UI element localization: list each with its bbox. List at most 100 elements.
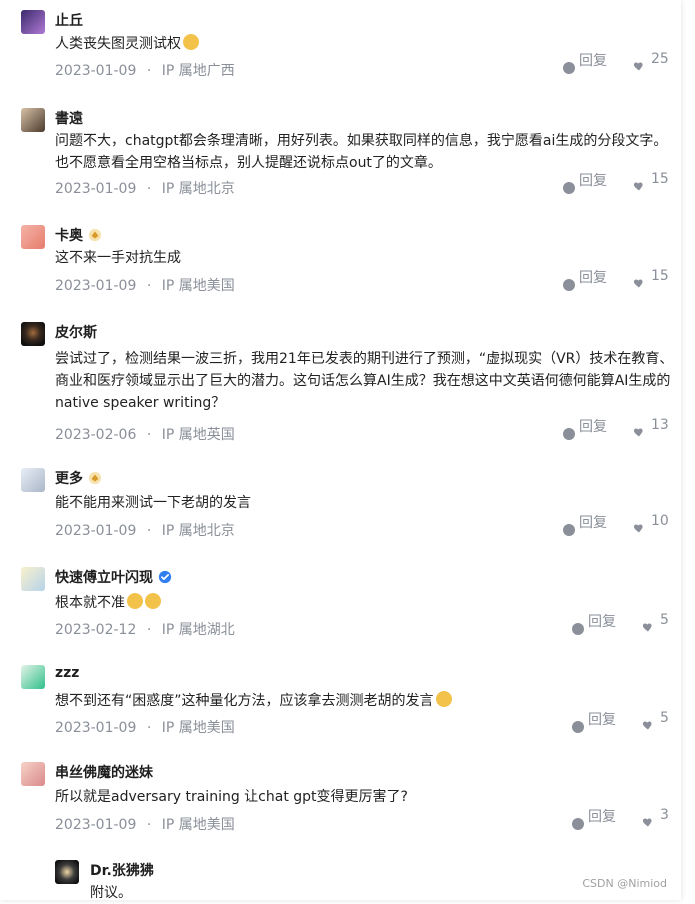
avatar[interactable] <box>21 10 45 34</box>
comments-panel: 止丘 · · · 人类丧失图灵测试权 2023-01-09 · IP 属地广西 回复… <box>0 0 681 901</box>
comment-location: IP 属地美国 <box>161 817 235 833</box>
reply-label: 回复 <box>588 614 616 630</box>
reply-icon <box>572 818 584 830</box>
author-name[interactable]: 更多 <box>55 468 83 488</box>
like-button[interactable]: 10 <box>633 513 669 536</box>
author-name[interactable]: 止丘 <box>55 10 83 30</box>
author-name[interactable]: 卡奥 <box>55 225 83 245</box>
like-button[interactable]: 13 <box>633 417 669 440</box>
meta-separator: · <box>146 63 152 79</box>
comment-author[interactable]: 快速傅立叶闪现 <box>55 567 172 587</box>
like-count: 15 <box>651 171 669 187</box>
like-button[interactable]: 5 <box>642 710 669 733</box>
avatar[interactable] <box>21 225 45 249</box>
reply-label: 回复 <box>588 712 616 728</box>
comment-content: 尝试过了，检测结果一波三折，我用21年已发表的期刊进行了预测，“虚拟现实（VR）… <box>55 351 674 411</box>
author-name[interactable]: 串丝佛魔的迷妹 <box>55 762 153 782</box>
reply-button[interactable]: 回复 <box>563 270 607 295</box>
author-name[interactable]: 皮尔斯 <box>55 322 97 342</box>
reply-icon <box>572 721 584 733</box>
comment-date: 2023-01-09 <box>55 278 137 294</box>
author-name[interactable]: 書遠 <box>55 108 83 128</box>
emoji-icon <box>435 691 452 707</box>
author-name[interactable]: 快速傅立叶闪现 <box>55 567 153 587</box>
meta-separator: · <box>146 720 152 736</box>
meta-separator: · <box>146 622 152 638</box>
reply-button[interactable]: 回复 <box>563 173 607 198</box>
comment-author[interactable]: zzz <box>55 665 79 681</box>
reply-label: 回复 <box>579 515 607 531</box>
comment-meta: 2023-01-09 · IP 属地北京 <box>55 520 235 540</box>
reply-button[interactable]: 回复 <box>563 53 607 78</box>
emoji-icon <box>183 34 199 50</box>
comment-date: 2023-01-09 <box>55 720 137 736</box>
comment-item: 書遠 ··· 问题不大，chatgpt都会条理清晰，用好列表。如果获取同样的信息… <box>0 98 695 218</box>
reply-button[interactable]: 回复 <box>563 419 607 444</box>
comment-meta: 2023-01-09 · IP 属地美国 <box>55 275 235 295</box>
comment-content: 附议。 <box>90 885 132 901</box>
reply-button[interactable]: 回复 <box>572 614 616 639</box>
comment-content: 问题不大，chatgpt都会条理清晰，用好列表。如果获取同样的信息，我宁愿看ai… <box>55 133 668 171</box>
avatar[interactable] <box>21 762 45 786</box>
comment-item: 卡奥 ··· 这不来一手对抗生成 2023-01-09 · IP 属地美国 回复… <box>0 215 695 315</box>
avatar[interactable] <box>21 322 45 346</box>
heart-icon <box>633 524 643 533</box>
comment-author[interactable]: 書遠 <box>55 108 83 128</box>
watermark: CSDN @Nimiod <box>582 877 667 890</box>
comment-author[interactable]: Dr.张狒狒 <box>90 860 154 880</box>
verified-icon <box>158 570 172 584</box>
comment-content: 能不能用来测试一下老胡的发言 <box>55 495 251 511</box>
comment-author[interactable]: 更多 <box>55 468 102 488</box>
like-button[interactable]: 15 <box>633 171 669 194</box>
like-button[interactable]: 25 <box>633 51 669 74</box>
reply-button[interactable]: 回复 <box>572 712 616 737</box>
comment-location: IP 属地美国 <box>161 278 235 294</box>
comment-text: 尝试过了，检测结果一波三折，我用21年已发表的期刊进行了预测，“虚拟现实（VR）… <box>55 348 675 414</box>
reply-icon <box>563 279 575 291</box>
reply-icon <box>563 428 575 440</box>
avatar[interactable] <box>21 108 45 132</box>
comment-location: IP 属地英国 <box>161 427 235 443</box>
comment-item: 更多 ··· 能不能用来测试一下老胡的发言 2023-01-09 · IP 属地… <box>0 458 695 558</box>
author-name[interactable]: zzz <box>55 665 79 681</box>
like-button[interactable]: 3 <box>642 807 669 830</box>
avatar[interactable] <box>55 860 79 884</box>
emoji-icon <box>145 593 161 609</box>
reply-button[interactable]: 回复 <box>563 515 607 540</box>
reply-icon <box>572 623 584 635</box>
heart-icon <box>633 182 643 191</box>
author-name[interactable]: Dr.张狒狒 <box>90 860 154 880</box>
like-count: 5 <box>660 612 669 628</box>
comment-author[interactable]: 串丝佛魔的迷妹 <box>55 762 153 782</box>
comment-author[interactable]: 皮尔斯 <box>55 322 97 342</box>
comment-author[interactable]: 止丘 <box>55 10 83 30</box>
avatar[interactable] <box>21 468 45 492</box>
like-button[interactable]: 15 <box>633 268 669 291</box>
comment-item: 皮尔斯 ··· 尝试过了，检测结果一波三折，我用21年已发表的期刊进行了预测，“… <box>0 312 695 452</box>
reply-icon <box>563 524 575 536</box>
comment-content: 根本就不准 <box>55 595 125 611</box>
comment-meta: 2023-02-12 · IP 属地湖北 <box>55 619 235 639</box>
reply-label: 回复 <box>579 419 607 435</box>
comment-content: 这不来一手对抗生成 <box>55 250 181 266</box>
comment-date: 2023-02-06 <box>55 427 137 443</box>
comment-author[interactable]: 卡奥 <box>55 225 102 245</box>
comment-text: 能不能用来测试一下老胡的发言 <box>55 492 675 514</box>
comment-item: 止丘 ··· 人类丧失图灵测试权 2023-01-09 · IP 属地广西 回复… <box>0 0 695 100</box>
like-count: 3 <box>660 807 669 823</box>
meta-separator: · <box>146 427 152 443</box>
reply-icon <box>563 62 575 74</box>
like-button[interactable]: 5 <box>642 612 669 635</box>
avatar[interactable] <box>21 567 45 591</box>
heart-icon <box>642 721 652 730</box>
level-badge-icon <box>88 471 102 485</box>
reply-button[interactable]: 回复 <box>572 809 616 834</box>
reply-label: 回复 <box>579 53 607 69</box>
comment-location: IP 属地北京 <box>161 523 235 539</box>
level-badge-icon <box>88 228 102 242</box>
avatar[interactable] <box>21 665 45 689</box>
comment-date: 2023-01-09 <box>55 63 137 79</box>
comment-meta: 2023-01-09 · IP 属地广西 <box>55 60 235 80</box>
meta-separator: · <box>146 181 152 197</box>
heart-icon <box>633 279 643 288</box>
